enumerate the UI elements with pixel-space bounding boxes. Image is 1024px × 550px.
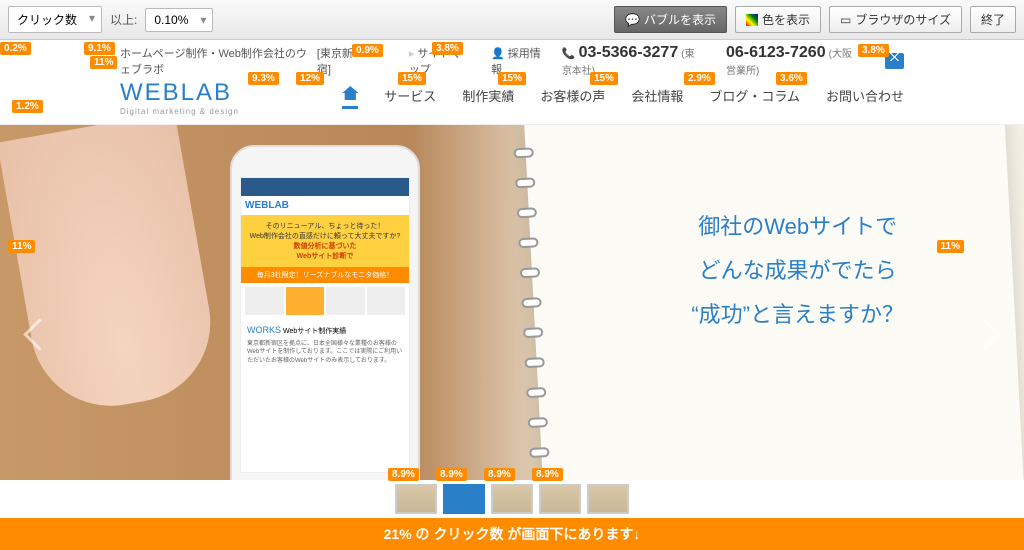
thumb-4[interactable]	[539, 484, 581, 514]
banner-line: 数値分析に基づいた	[247, 241, 403, 251]
nav-home[interactable]	[342, 86, 358, 109]
click-badge: 3.6%	[776, 72, 807, 85]
click-badge: 8.9%	[436, 468, 467, 481]
bubble-toggle-button[interactable]: 💬 バブルを表示	[614, 6, 727, 33]
phone-banner: そのリニューアル、ちょっと待った！ Web制作会社の直感だけに頼って大丈夫ですか…	[241, 215, 409, 267]
person-icon: 👤	[491, 48, 505, 60]
click-badge: 1.2%	[12, 100, 43, 113]
thumb-2[interactable]	[443, 484, 485, 514]
phone-cta: 毎月3社限定！リーズナブルなモニタ価格！	[241, 267, 409, 283]
phone-osaka: 06-6123-7260	[726, 44, 826, 61]
phone-tokyo: 03-5366-3277	[579, 44, 679, 61]
hero-slider: WEBLAB そのリニューアル、ちょっと待った！ Web制作会社の直感だけに頼っ…	[0, 125, 1024, 480]
phone-statusbar	[241, 178, 409, 196]
logo-text: WEBLAB	[120, 79, 239, 107]
below-fold-notice[interactable]: 21% の クリック数 が画面下にあります↓	[0, 518, 1024, 550]
browser-size-button[interactable]: ▭ ブラウザのサイズ	[829, 6, 962, 33]
banner-line: Webサイト診断で	[247, 251, 403, 261]
thumb-3[interactable]	[491, 484, 533, 514]
bubble-icon: 💬	[625, 13, 640, 27]
nav-company[interactable]: 会社情報	[631, 86, 683, 109]
click-badge: 11%	[90, 56, 117, 69]
click-badge: 9.3%	[248, 72, 279, 85]
nav-works[interactable]: 制作実績	[462, 86, 514, 109]
works-text: 東京都新宿区を拠点に、日本全国様々な業種のお客様のWebサイトを制作しております…	[247, 340, 403, 365]
nav-blog[interactable]: ブログ・コラム	[709, 86, 800, 109]
phone-icon: 📞	[562, 48, 576, 60]
works-sub: Webサイト制作実績	[283, 328, 346, 335]
click-badge: 15%	[398, 72, 426, 85]
analytics-toolbar: クリック数 以上: 0.10% 💬 バブルを表示 色を表示 ▭ ブラウザのサイズ…	[0, 0, 1024, 40]
page-content: 0.2% 9.1% 11% 0.9% 3.8% 3.8% 9.3% 12% 15…	[0, 40, 1024, 550]
logo-block[interactable]: WEBLAB Digital marketing & design	[120, 79, 239, 116]
hero-line: 御社のWebサイトで	[691, 205, 904, 249]
click-badge: 3.8%	[858, 44, 889, 57]
works-title: WORKS	[247, 325, 281, 335]
logo-subtitle: Digital marketing & design	[120, 107, 239, 116]
threshold-dropdown[interactable]: 0.10%	[145, 8, 213, 32]
color-toggle-button[interactable]: 色を表示	[735, 6, 821, 33]
thumb-5[interactable]	[587, 484, 629, 514]
metric-dropdown[interactable]: クリック数	[8, 6, 102, 33]
color-swatch-icon	[746, 14, 758, 26]
click-badge: 9.1%	[84, 42, 115, 55]
home-icon	[342, 86, 358, 100]
threshold-label: 以上:	[110, 11, 137, 28]
nav-contact[interactable]: お問い合わせ	[826, 86, 904, 109]
click-badge: 0.9%	[352, 44, 383, 57]
bubble-label: バブルを表示	[644, 11, 716, 28]
phone-mockup: WEBLAB そのリニューアル、ちょっと待った！ Web制作会社の直感だけに頼っ…	[230, 145, 420, 480]
main-nav: サービス 制作実績 お客様の声 会社情報 ブログ・コラム お問い合わせ	[342, 86, 904, 109]
click-badge: 11%	[8, 240, 35, 253]
click-badge: 15%	[590, 72, 618, 85]
click-badge: 3.8%	[432, 42, 463, 55]
banner-line: そのリニューアル、ちょっと待った！	[247, 221, 403, 231]
click-badge: 8.9%	[388, 468, 419, 481]
exit-button[interactable]: 終了	[970, 6, 1016, 33]
nav-service[interactable]: サービス	[384, 86, 436, 109]
click-badge: 8.9%	[532, 468, 563, 481]
browser-label: ブラウザのサイズ	[855, 11, 951, 28]
click-badge: 0.2%	[0, 42, 31, 55]
slider-thumbs: 8.9% 8.9% 8.9% 8.9%	[0, 480, 1024, 518]
click-badge: 11%	[937, 240, 964, 253]
banner-line: Web制作会社の直感だけに頼って大丈夫ですか?	[247, 231, 403, 241]
spiral-binding	[513, 137, 556, 480]
slider-prev[interactable]	[20, 303, 50, 363]
hero-line: “成功”と言えますか？	[691, 293, 904, 337]
color-label: 色を表示	[762, 11, 810, 28]
click-badge: 15%	[498, 72, 526, 85]
click-badge: 12%	[296, 72, 324, 85]
nav-voice[interactable]: お客様の声	[540, 86, 605, 109]
click-badge: 8.9%	[484, 468, 515, 481]
browser-icon: ▭	[840, 13, 851, 27]
thumb-1[interactable]	[395, 484, 437, 514]
sitemap-icon: ▸	[409, 48, 415, 60]
tagline: ホームページ制作・Web制作会社のウェブラボ	[120, 45, 313, 77]
hand-image	[0, 125, 223, 419]
hero-line: どんな成果がでたら	[691, 249, 904, 293]
phone-logo: WEBLAB	[241, 196, 409, 215]
click-badge: 2.9%	[684, 72, 715, 85]
hero-copy: 御社のWebサイトで どんな成果がでたら “成功”と言えますか？	[691, 205, 904, 337]
slider-next[interactable]	[974, 303, 1004, 363]
